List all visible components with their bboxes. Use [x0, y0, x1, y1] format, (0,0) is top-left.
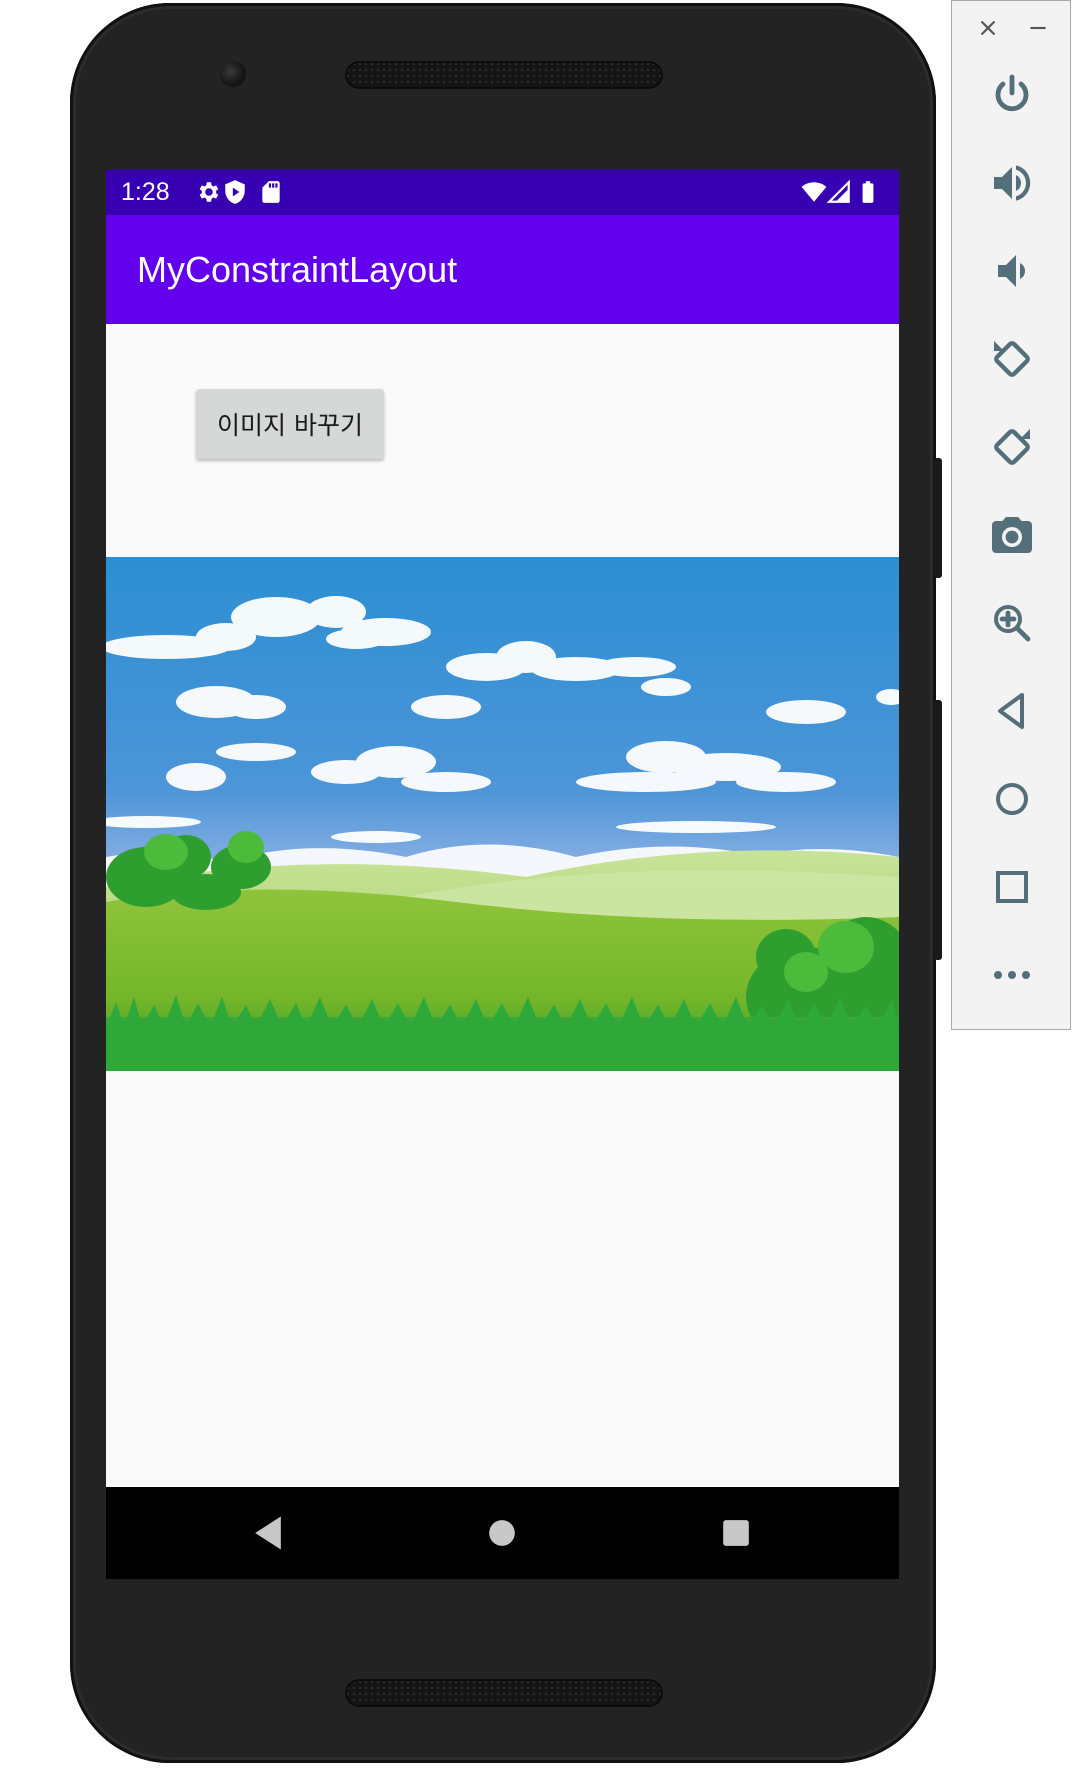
wifi-icon: [801, 182, 827, 202]
gear-icon: [199, 182, 219, 202]
camera-icon[interactable]: [988, 511, 1036, 559]
zoom-icon[interactable]: [988, 599, 1036, 647]
home-icon[interactable]: [988, 775, 1036, 823]
volume-down-icon[interactable]: [988, 247, 1036, 295]
back-icon[interactable]: [988, 687, 1036, 735]
home-icon[interactable]: [480, 1511, 524, 1555]
more-icon[interactable]: [988, 951, 1036, 999]
rotate-left-icon[interactable]: [988, 335, 1036, 383]
emulator-toolbar: [951, 0, 1071, 1030]
status-time: 1:28: [121, 178, 170, 206]
recents-icon[interactable]: [714, 1511, 758, 1555]
minimize-icon[interactable]: [1025, 15, 1051, 41]
volume-up-icon[interactable]: [988, 159, 1036, 207]
app-bar: MyConstraintLayout: [106, 215, 899, 324]
earpiece-speaker: [345, 61, 663, 89]
overview-icon[interactable]: [988, 863, 1036, 911]
power-icon[interactable]: [988, 71, 1036, 119]
power-side-button[interactable]: [934, 458, 942, 578]
landscape-image: [106, 557, 899, 1071]
rotate-right-icon[interactable]: [988, 423, 1036, 471]
battery-icon: [862, 181, 874, 203]
signal-icon: [826, 179, 850, 203]
status-bar: 1:28: [106, 170, 899, 215]
change-image-button[interactable]: 이미지 바꾸기: [196, 389, 384, 459]
front-camera: [220, 61, 246, 87]
navigation-bar: [106, 1487, 899, 1579]
close-icon[interactable]: [975, 15, 1001, 41]
volume-side-button[interactable]: [934, 700, 942, 960]
shield-icon: [225, 180, 245, 204]
sd-card-icon: [262, 181, 280, 203]
bottom-speaker: [345, 1679, 663, 1707]
back-icon[interactable]: [246, 1511, 290, 1555]
app-title: MyConstraintLayout: [137, 249, 458, 290]
device-screen: 1:28 MyConstraintLayout 이미지 바꾸기: [106, 170, 899, 1579]
